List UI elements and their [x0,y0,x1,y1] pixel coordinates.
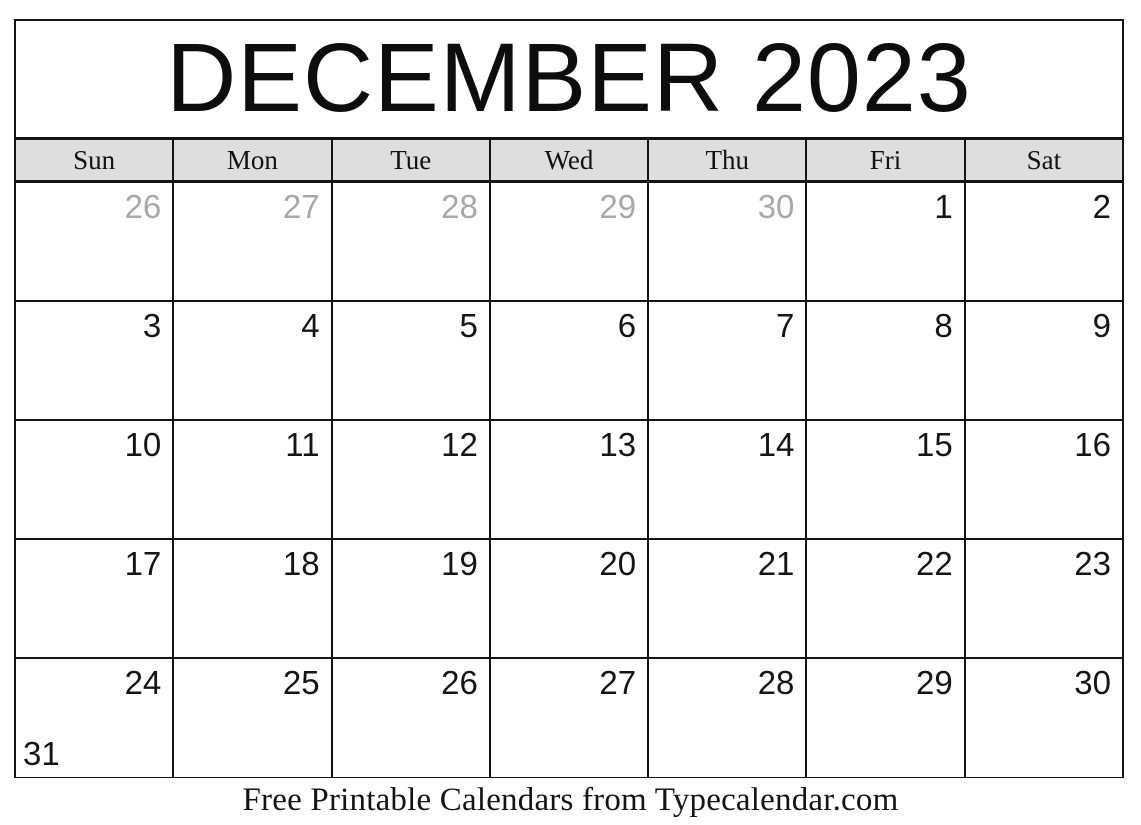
weekday-header-label: Thu [705,144,750,175]
weekday-header-label: Sat [1026,144,1062,175]
day-number: 22 [915,545,953,582]
calendar-day-cell[interactable]: 26 [16,183,175,300]
day-number: 10 [124,426,162,463]
footer: Free Printable Calendars from Typecalend… [0,782,1141,818]
day-number: 12 [441,426,478,463]
calendar-week-row: 10 11 12 13 14 15 16 [16,421,1122,540]
weekday-header-label: Sun [73,144,116,175]
day-number: 16 [1074,426,1111,463]
day-number: 5 [459,307,478,344]
day-number-adjacent-month: 28 [441,188,478,225]
calendar-day-cell[interactable]: 25 [174,659,333,777]
day-number: 8 [934,307,953,344]
calendar-week-row: 17 18 19 20 21 22 23 [16,540,1122,659]
calendar-day-cell[interactable]: 30 [649,183,808,300]
calendar-day-cell[interactable]: 21 [649,540,808,657]
calendar-day-cell[interactable]: 22 [807,540,966,657]
day-number: 30 [1074,664,1111,701]
footer-credit-text: Free Printable Calendars from Typecalend… [242,782,899,818]
calendar-week-row: 26 27 28 29 30 1 2 [16,183,1122,302]
day-number: 13 [599,426,637,463]
weekday-header-cell-sat: Sat [965,140,1122,180]
weekday-header-cell-thu: Thu [649,140,808,180]
day-number-adjacent-month: 30 [757,188,795,225]
day-number: 2 [1092,188,1111,225]
calendar-day-cell[interactable]: 6 [490,302,650,419]
calendar-day-cell[interactable]: 4 [174,302,333,419]
calendar-day-cell[interactable]: 28 [649,659,808,777]
calendar-title-band: DECEMBER 2023 [16,21,1122,137]
weekday-header-label: Mon [226,144,278,175]
calendar-frame: DECEMBER 2023 Sun Mon Tue Wed Thu Fri Sat 26 27… [14,19,1124,778]
calendar-day-cell[interactable]: 24 31 [16,659,175,777]
day-number: 20 [599,545,637,582]
day-number: 21 [757,545,795,582]
day-number: 18 [282,545,320,582]
calendar-day-cell[interactable]: 8 [807,302,966,419]
page-title: DECEMBER 2023 [166,22,972,132]
weekday-header-cell-wed: Wed [490,140,650,180]
weekday-header-cell-tue: Tue [332,140,491,180]
calendar-day-cell[interactable]: 13 [490,421,650,538]
calendar-day-cell[interactable]: 14 [649,421,808,538]
calendar-day-cell[interactable]: 5 [332,302,491,419]
calendar-day-cell[interactable]: 10 [16,421,175,538]
day-number: 6 [617,307,637,344]
calendar-day-cell[interactable]: 2 [965,183,1122,300]
calendar-day-cell[interactable]: 18 [174,540,333,657]
calendar-day-cell[interactable]: 17 [16,540,175,657]
calendar-day-cell[interactable]: 15 [807,421,966,538]
day-number-adjacent-month: 29 [599,188,637,225]
calendar-week-row: 24 31 25 26 27 28 29 30 [16,659,1122,777]
weekday-header-cell-mon: Mon [174,140,333,180]
calendar-day-cell[interactable]: 7 [649,302,808,419]
day-number: 4 [301,307,320,344]
day-number: 11 [285,426,320,463]
calendar-day-cell[interactable]: 29 [490,183,650,300]
calendar-day-cell[interactable]: 12 [332,421,491,538]
day-number: 19 [441,545,478,582]
calendar-week-row: 3 4 5 6 7 8 9 [16,302,1122,421]
calendar-day-cell[interactable]: 11 [174,421,333,538]
day-number: 26 [441,664,478,701]
calendar-day-cell[interactable]: 30 [965,659,1122,777]
weekday-header-label: Wed [544,144,594,175]
calendar-day-cell[interactable]: 9 [965,302,1122,419]
calendar-day-cell[interactable]: 20 [490,540,650,657]
calendar-day-cell[interactable]: 27 [490,659,650,777]
calendar-day-cell[interactable]: 3 [16,302,175,419]
day-number: 17 [124,545,162,582]
calendar-day-cell[interactable]: 1 [807,183,966,300]
day-number-overflow: 31 [23,735,60,773]
weekday-header-label: Tue [390,144,432,175]
weekday-header-cell-fri: Fri [807,140,966,180]
calendar-day-cell[interactable]: 23 [965,540,1122,657]
day-number: 27 [599,664,637,701]
calendar-day-cell[interactable]: 27 [174,183,333,300]
weekday-header-cell-sun: Sun [16,140,175,180]
calendar-day-cell[interactable]: 28 [332,183,491,300]
calendar-page: DECEMBER 2023 Sun Mon Tue Wed Thu Fri Sat 26 27… [0,0,1141,825]
calendar-weeks-grid: 26 27 28 29 30 1 2 3 4 5 6 7 8 9 10 11 12 13 14 15 16 17 18 19 2… [16,183,1122,777]
calendar-day-cell[interactable]: 26 [332,659,491,777]
day-number-adjacent-month: 27 [282,188,320,225]
calendar-day-cell[interactable]: 16 [965,421,1122,538]
day-number: 7 [776,307,795,344]
day-number: 14 [757,426,795,463]
weekday-header-row: Sun Mon Tue Wed Thu Fri Sat [16,137,1122,183]
day-number-adjacent-month: 26 [124,188,162,225]
day-number: 25 [282,664,320,701]
day-number: 1 [934,188,953,225]
day-number: 23 [1074,545,1111,582]
day-number: 9 [1092,307,1111,344]
day-number: 24 [124,664,162,701]
day-number: 3 [142,307,162,344]
weekday-header-label: Fri [869,144,902,175]
calendar-day-cell[interactable]: 19 [332,540,491,657]
calendar-day-cell[interactable]: 29 [807,659,966,777]
day-number: 28 [757,664,795,701]
day-number: 15 [915,426,953,463]
day-number: 29 [915,664,953,701]
